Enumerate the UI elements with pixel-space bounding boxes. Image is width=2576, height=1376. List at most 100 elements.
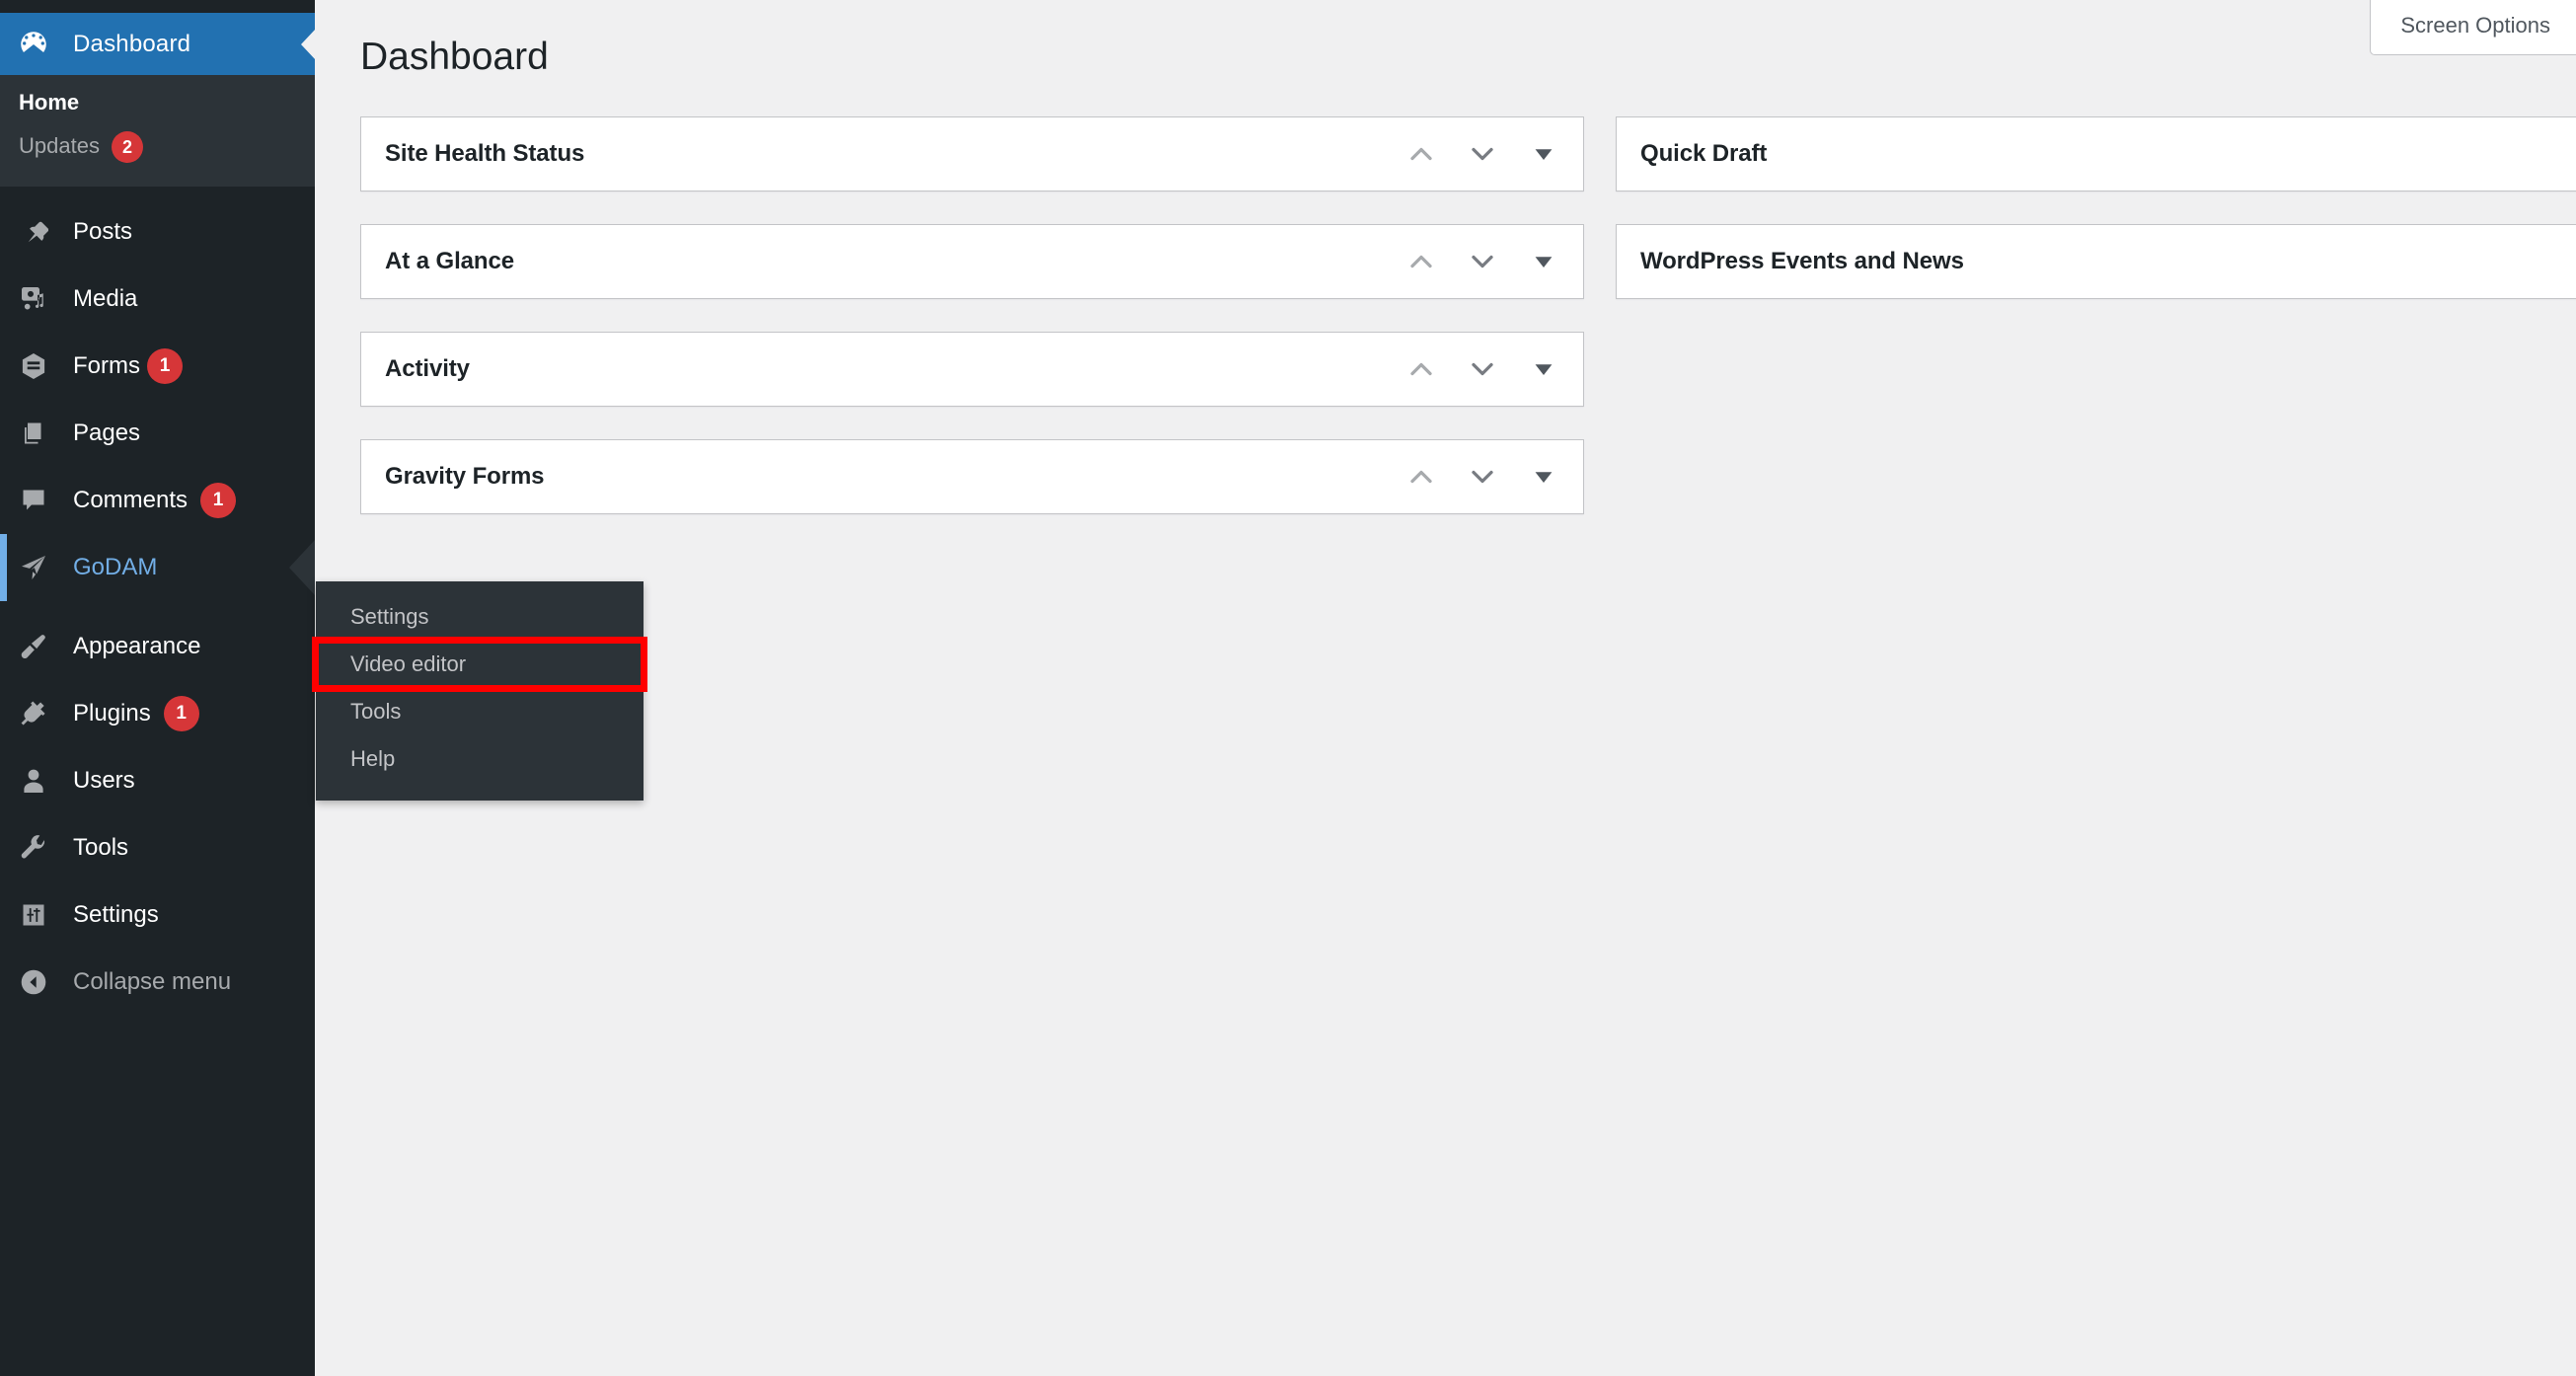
sidebar-item-settings[interactable]: Settings bbox=[0, 881, 315, 949]
dashboard-submenu: Home Updates 2 bbox=[0, 75, 315, 187]
panel-title: Activity bbox=[385, 355, 1394, 383]
toggle-panel-icon[interactable] bbox=[1516, 126, 1571, 182]
panel-header: Gravity Forms bbox=[361, 440, 1583, 513]
screen-options-button[interactable]: Screen Options bbox=[2370, 0, 2576, 55]
flyout-item-tools-label: Tools bbox=[350, 699, 401, 724]
wrench-icon bbox=[17, 831, 50, 865]
collapse-arrow-icon bbox=[17, 965, 50, 999]
plugins-count-badge: 1 bbox=[164, 696, 199, 731]
move-up-icon[interactable] bbox=[1394, 234, 1449, 289]
flyout-item-settings-label: Settings bbox=[350, 604, 429, 629]
admin-sidebar: Dashboard Home Updates 2 Posts Media bbox=[0, 0, 315, 1376]
move-down-icon[interactable] bbox=[1455, 126, 1510, 182]
toggle-panel-icon[interactable] bbox=[1516, 449, 1571, 504]
page-title: Dashboard bbox=[360, 33, 549, 83]
sidebar-item-appearance[interactable]: Appearance bbox=[0, 613, 315, 680]
panel-title: Site Health Status bbox=[385, 140, 1394, 168]
panel-title: Quick Draft bbox=[1640, 140, 2576, 168]
flyout-item-settings[interactable]: Settings bbox=[316, 593, 644, 641]
panel-title: WordPress Events and News bbox=[1640, 248, 2576, 275]
sidebar-item-tools[interactable]: Tools bbox=[0, 814, 315, 881]
dashboard-arrow-notch bbox=[301, 29, 316, 60]
panel-controls bbox=[1394, 449, 1571, 504]
comment-icon bbox=[17, 484, 50, 517]
flyout-item-help[interactable]: Help bbox=[316, 735, 644, 783]
sidebar-item-comments-label: Comments bbox=[73, 487, 188, 514]
sidebar-item-users-label: Users bbox=[73, 767, 135, 795]
collapse-menu-label: Collapse menu bbox=[73, 968, 231, 996]
panel-quick-draft: Quick Draft bbox=[1616, 116, 2576, 191]
user-icon bbox=[17, 764, 50, 798]
panel-title: Gravity Forms bbox=[385, 463, 1394, 491]
panel-gravity-forms: Gravity Forms bbox=[360, 439, 1584, 514]
dashboard-icon bbox=[17, 30, 50, 59]
pin-icon bbox=[17, 215, 50, 249]
sidebar-item-forms-label: Forms bbox=[73, 352, 140, 380]
panel-wordpress-events-and-news: WordPress Events and News bbox=[1616, 224, 2576, 299]
sidebar-item-dashboard-label: Dashboard bbox=[73, 31, 190, 58]
sidebar-item-media[interactable]: Media bbox=[0, 266, 315, 333]
toggle-panel-icon[interactable] bbox=[1516, 234, 1571, 289]
submenu-item-home-label: Home bbox=[19, 90, 79, 115]
admin-bar-strip bbox=[0, 0, 315, 13]
submenu-item-home[interactable]: Home bbox=[0, 81, 315, 124]
updates-count-badge: 2 bbox=[112, 131, 143, 163]
move-down-icon[interactable] bbox=[1455, 234, 1510, 289]
toggle-panel-icon[interactable] bbox=[1516, 342, 1571, 397]
sidebar-item-pages-label: Pages bbox=[73, 420, 140, 447]
flyout-item-tools[interactable]: Tools bbox=[316, 688, 644, 735]
godam-icon bbox=[17, 551, 50, 584]
sidebar-item-pages[interactable]: Pages bbox=[0, 400, 315, 467]
screen-options-label: Screen Options bbox=[2400, 13, 2550, 38]
move-down-icon[interactable] bbox=[1455, 342, 1510, 397]
sidebar-item-godam-label: GoDAM bbox=[73, 554, 157, 581]
panel-activity: Activity bbox=[360, 332, 1584, 407]
panel-header: Quick Draft bbox=[1617, 117, 2576, 191]
flyout-item-video-editor-label: Video editor bbox=[350, 651, 466, 676]
flyout-item-video-editor[interactable]: Video editor bbox=[316, 641, 644, 688]
flyout-item-help-label: Help bbox=[350, 746, 395, 771]
move-down-icon[interactable] bbox=[1455, 449, 1510, 504]
sidebar-item-forms[interactable]: Forms 1 bbox=[0, 333, 315, 400]
sidebar-item-appearance-label: Appearance bbox=[73, 633, 200, 660]
panel-header: Site Health Status bbox=[361, 117, 1583, 191]
sidebar-item-godam[interactable]: GoDAM bbox=[0, 534, 315, 601]
sidebar-item-plugins[interactable]: Plugins 1 bbox=[0, 680, 315, 747]
submenu-item-updates-label: Updates bbox=[19, 133, 100, 158]
pages-icon bbox=[17, 417, 50, 450]
panel-title: At a Glance bbox=[385, 248, 1394, 275]
brush-icon bbox=[17, 630, 50, 663]
forms-count-badge: 1 bbox=[147, 348, 183, 384]
submenu-item-updates[interactable]: Updates 2 bbox=[0, 124, 315, 169]
move-up-icon[interactable] bbox=[1394, 126, 1449, 182]
godam-flyout-menu: Settings Video editor Tools Help bbox=[316, 581, 644, 801]
main-content: Screen Options Dashboard Site Health Sta… bbox=[315, 0, 2576, 1376]
sidebar-item-media-label: Media bbox=[73, 285, 137, 313]
panel-site-health-status: Site Health Status bbox=[360, 116, 1584, 191]
collapse-menu-button[interactable]: Collapse menu bbox=[0, 949, 315, 1016]
comments-count-badge: 1 bbox=[200, 483, 236, 518]
panel-header: Activity bbox=[361, 333, 1583, 406]
sidebar-item-tools-label: Tools bbox=[73, 834, 128, 862]
menu-separator bbox=[0, 187, 315, 198]
panel-controls bbox=[1394, 342, 1571, 397]
sidebar-item-posts-label: Posts bbox=[73, 218, 132, 246]
menu-separator-lower bbox=[0, 601, 315, 613]
plug-icon bbox=[17, 697, 50, 730]
panel-controls bbox=[1394, 126, 1571, 182]
panel-controls bbox=[1394, 234, 1571, 289]
dashboard-column-right: Quick Draft WordPress Events and News bbox=[1616, 116, 2576, 332]
panel-header: WordPress Events and News bbox=[1617, 225, 2576, 298]
media-icon bbox=[17, 282, 50, 316]
sidebar-item-plugins-label: Plugins bbox=[73, 700, 151, 727]
godam-arrow-notch bbox=[289, 540, 315, 595]
sidebar-item-posts[interactable]: Posts bbox=[0, 198, 315, 266]
sidebar-item-users[interactable]: Users bbox=[0, 747, 315, 814]
sidebar-item-dashboard[interactable]: Dashboard bbox=[0, 13, 315, 75]
sliders-icon bbox=[17, 898, 50, 932]
forms-icon bbox=[17, 349, 50, 383]
move-up-icon[interactable] bbox=[1394, 342, 1449, 397]
sidebar-item-comments[interactable]: Comments 1 bbox=[0, 467, 315, 534]
panel-header: At a Glance bbox=[361, 225, 1583, 298]
move-up-icon[interactable] bbox=[1394, 449, 1449, 504]
